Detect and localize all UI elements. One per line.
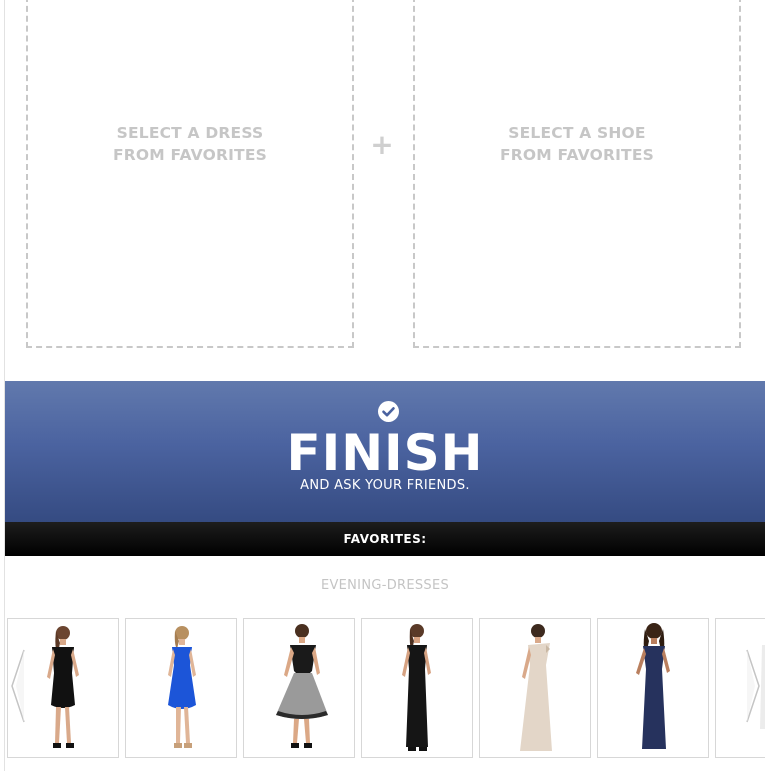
favorite-item[interactable]: [361, 618, 473, 758]
plus-icon: +: [370, 128, 394, 161]
favorite-item[interactable]: [597, 618, 709, 758]
finish-button[interactable]: FINISH AND ASK YOUR FRIENDS.: [5, 381, 765, 522]
finish-subtitle: AND ASK YOUR FRIENDS.: [300, 478, 470, 493]
favorite-item[interactable]: [243, 618, 355, 758]
page-gutter: [766, 0, 783, 771]
dress-slot-line2: FROM FAVORITES: [112, 146, 267, 164]
shoe-slot-line2: FROM FAVORITES: [499, 146, 654, 164]
favorite-item[interactable]: [125, 618, 237, 758]
category-label: EVENING-DRESSES: [320, 578, 450, 593]
favorites-label: FAVORITES:: [343, 532, 427, 546]
check-circle-icon: [378, 401, 399, 422]
shoe-slot-label: SELECT A SHOE FROM FAVORITES: [500, 122, 654, 166]
dress-slot-label: SELECT A DRESS FROM FAVORITES: [113, 122, 267, 166]
shoe-slot[interactable]: SELECT A SHOE FROM FAVORITES: [413, 0, 741, 348]
favorites-carousel: [5, 618, 765, 760]
finish-title: FINISH: [286, 424, 484, 482]
dress-slot[interactable]: SELECT A DRESS FROM FAVORITES: [26, 0, 354, 348]
favorite-item[interactable]: [479, 618, 591, 758]
chevron-right-icon[interactable]: [744, 648, 762, 724]
chevron-left-icon[interactable]: [9, 648, 27, 724]
shoe-slot-line1: SELECT A SHOE: [508, 124, 646, 142]
favorites-bar: FAVORITES:: [5, 522, 765, 556]
dress-slot-line1: SELECT A DRESS: [116, 124, 264, 142]
